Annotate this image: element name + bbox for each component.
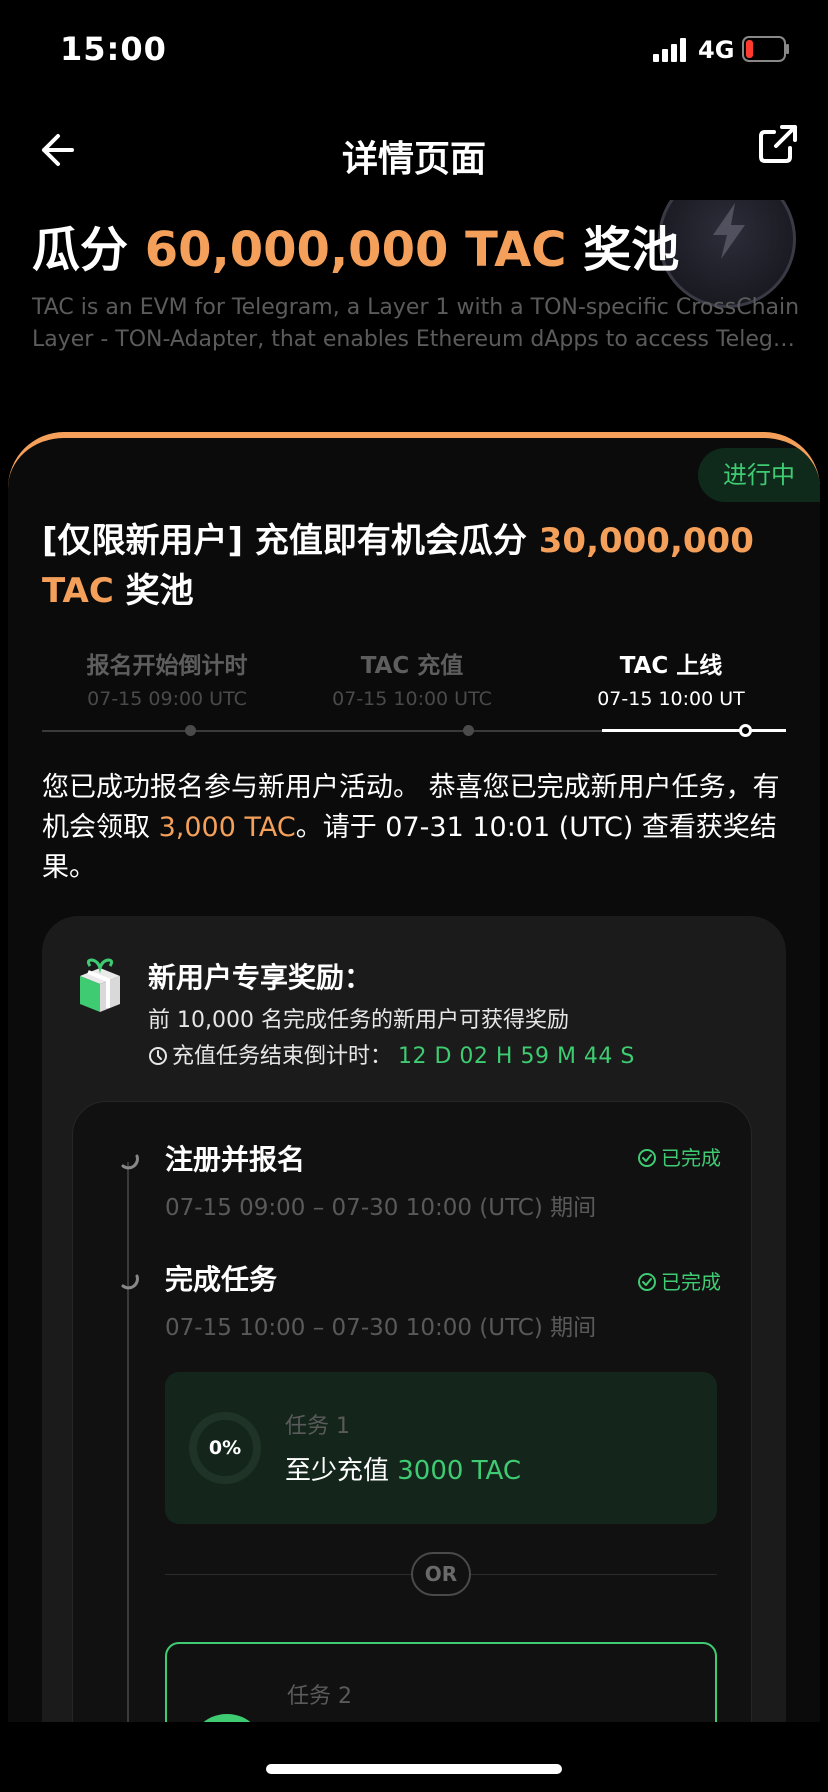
hero-title: 瓜分 60,000,000 TAC 奖池 xyxy=(32,222,680,278)
check-circle-icon xyxy=(638,1273,656,1291)
reward-amount: 3,000 TAC xyxy=(158,812,296,843)
clock-icon xyxy=(149,1047,167,1065)
hero-pool-amount: 60,000,000 TAC xyxy=(144,222,567,278)
timeline-step-deposit[interactable]: TAC 充值 07-15 10:00 UTC xyxy=(292,646,532,710)
timeline-track-active xyxy=(602,729,786,732)
nav-bar: 详情页面 xyxy=(0,110,828,190)
timeline-dot xyxy=(185,725,196,736)
timeline-step-listing[interactable]: TAC 上线 07-15 10:00 UT xyxy=(552,646,790,710)
task-progress-label: 0% xyxy=(208,1437,242,1459)
status-badge: 进行中 xyxy=(698,448,820,502)
campaign-title: [仅限新用户] 充值即有机会瓜分 30,000,000 TAC 奖池 xyxy=(42,521,754,611)
task-card-2[interactable]: 任务 2 xyxy=(165,1642,717,1732)
task-label: 任务 1 xyxy=(285,1414,350,1439)
timeline-dot xyxy=(463,725,474,736)
deposit-countdown: 充值任务结束倒计时： 12 D 02 H 59 M 44 S xyxy=(148,1038,635,1070)
battery-icon xyxy=(742,36,789,62)
reward-subtitle: 前 10,000 名完成任务的新用户可获得奖励 xyxy=(148,1008,569,1033)
campaign-timeline: 报名开始倒计时 07-15 09:00 UTC TAC 充值 07-15 10:… xyxy=(42,646,820,746)
project-description[interactable]: TAC is an EVM for Telegram, a Layer 1 wi… xyxy=(32,292,802,356)
step-title: 注册并报名 xyxy=(165,1143,306,1176)
step-period: 07-15 09:00 – 07-30 10:00 (UTC) 期间 xyxy=(165,1195,597,1221)
home-indicator[interactable] xyxy=(266,1764,562,1774)
registration-success-message: 您已成功报名参与新用户活动。 恭喜您已完成新用户任务，有机会领取 3,000 T… xyxy=(42,772,780,883)
spinner-icon xyxy=(121,1274,139,1290)
task-description: 至少充值 3000 TAC xyxy=(285,1456,522,1486)
task-steps-box: 注册并报名 已完成 07-15 09:00 – 07-30 10:00 (UTC… xyxy=(72,1101,752,1732)
task-deposit-amount: 3000 TAC xyxy=(397,1456,522,1486)
signal-icon xyxy=(653,38,686,62)
campaign-card: 进行中 [仅限新用户] 充值即有机会瓜分 30,000,000 TAC 奖池 报… xyxy=(8,432,820,1732)
step-period: 07-15 10:00 – 07-30 10:00 (UTC) 期间 xyxy=(165,1315,597,1341)
task-card-1[interactable]: 0% 任务 1 至少充值 3000 TAC xyxy=(165,1372,717,1524)
task-label: 任务 2 xyxy=(287,1684,352,1709)
step-done-badge: 已完成 xyxy=(637,1142,721,1171)
timeline-dot-active xyxy=(739,724,752,737)
bottom-safe-area xyxy=(0,1722,828,1792)
reward-panel: 新用户专享奖励： 前 10,000 名完成任务的新用户可获得奖励 充值任务结束倒… xyxy=(42,916,786,1732)
page-title: 详情页面 xyxy=(341,139,486,180)
countdown-value: 12 D 02 H 59 M 44 S xyxy=(398,1044,635,1069)
spinner-icon xyxy=(121,1154,139,1170)
bolt-icon xyxy=(713,203,745,259)
step-title: 完成任务 xyxy=(165,1263,278,1296)
gift-icon xyxy=(80,958,120,1012)
timeline-step-registration[interactable]: 报名开始倒计时 07-15 09:00 UTC xyxy=(42,646,292,710)
or-separator: OR xyxy=(165,1550,717,1600)
step-connector-line xyxy=(127,1162,129,1732)
reward-title: 新用户专享奖励： xyxy=(148,961,373,994)
status-bar: 15:00 4G xyxy=(0,0,828,100)
step-done-badge: 已完成 xyxy=(637,1266,721,1295)
check-circle-icon xyxy=(638,1149,656,1167)
or-label: OR xyxy=(411,1552,471,1596)
share-icon[interactable] xyxy=(756,122,800,166)
status-time: 15:00 xyxy=(60,30,167,68)
hero-section: 瓜分 60,000,000 TAC 奖池 TAC is an EVM for T… xyxy=(0,200,828,440)
network-label: 4G xyxy=(698,36,735,64)
